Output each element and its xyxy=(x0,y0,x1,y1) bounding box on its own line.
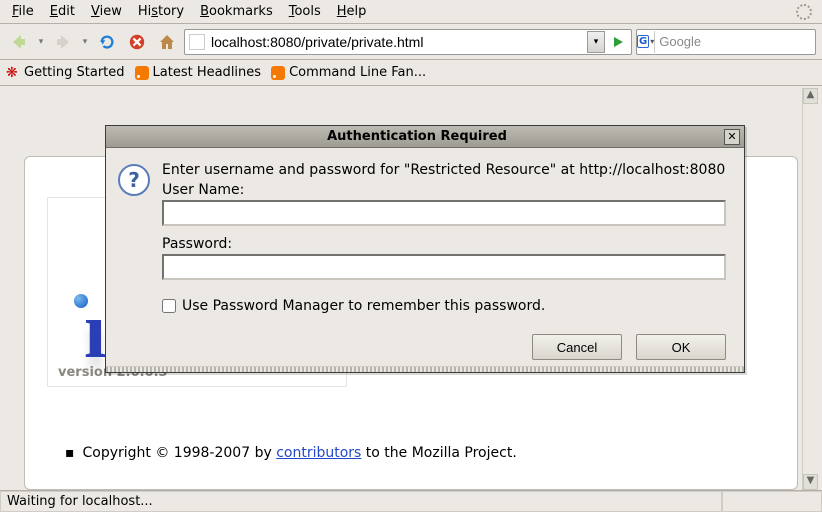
forward-button[interactable] xyxy=(50,29,76,55)
scroll-up-button[interactable]: ▲ xyxy=(803,88,818,104)
search-bar[interactable]: G▾ xyxy=(636,29,816,55)
bookmark-label: Latest Headlines xyxy=(153,65,262,80)
rss-icon xyxy=(271,66,285,80)
search-engine-selector[interactable]: G▾ xyxy=(637,31,655,53)
username-label: User Name: xyxy=(162,182,726,198)
pawprint-icon: ❋ xyxy=(6,66,20,80)
menu-tools[interactable]: Tools xyxy=(281,2,329,21)
go-button[interactable] xyxy=(607,31,629,53)
bookmarks-toolbar: ❋ Getting Started Latest Headlines Comma… xyxy=(0,60,822,86)
search-input[interactable] xyxy=(655,32,822,51)
cancel-button[interactable]: Cancel xyxy=(532,334,622,360)
dialog-close-button[interactable]: ✕ xyxy=(724,129,740,145)
forward-history-dropdown[interactable]: ▾ xyxy=(80,37,90,47)
password-input[interactable] xyxy=(162,254,726,280)
auth-dialog: Authentication Required ✕ ? Enter userna… xyxy=(105,125,745,373)
menu-bookmarks[interactable]: Bookmarks xyxy=(192,2,281,21)
nav-toolbar: ▾ ▾ ▾ G▾ xyxy=(0,24,822,60)
bookmark-getting-started[interactable]: ❋ Getting Started xyxy=(6,65,125,80)
bookmark-command-line-fan[interactable]: Command Line Fan... xyxy=(271,65,426,80)
dialog-prompt: Enter username and password for "Restric… xyxy=(162,162,726,178)
menu-bar: File Edit View History Bookmarks Tools H… xyxy=(0,0,822,24)
copyright-line: ▪Copyright © 1998-2007 by contributors t… xyxy=(65,445,517,461)
home-button[interactable] xyxy=(154,29,180,55)
back-button[interactable] xyxy=(6,29,32,55)
status-bar: Waiting for localhost... xyxy=(0,490,822,512)
vertical-scrollbar[interactable]: ▲ ▼ xyxy=(802,88,818,490)
question-icon: ? xyxy=(118,164,150,196)
username-input[interactable] xyxy=(162,200,726,226)
contributors-link[interactable]: contributors xyxy=(276,445,361,461)
menu-edit[interactable]: Edit xyxy=(42,2,83,21)
dialog-title: Authentication Required xyxy=(110,129,724,144)
remember-checkbox[interactable] xyxy=(162,299,176,313)
status-text: Waiting for localhost... xyxy=(0,491,722,512)
scroll-track[interactable] xyxy=(803,104,818,474)
throbber-icon xyxy=(796,4,812,20)
dialog-titlebar[interactable]: Authentication Required ✕ xyxy=(106,126,744,148)
url-input[interactable] xyxy=(207,32,587,52)
menu-help[interactable]: Help xyxy=(329,2,375,21)
url-bar[interactable]: ▾ xyxy=(184,29,632,55)
bookmark-latest-headlines[interactable]: Latest Headlines xyxy=(135,65,262,80)
scroll-down-button[interactable]: ▼ xyxy=(803,474,818,490)
dialog-resize-grip[interactable] xyxy=(106,366,744,372)
favicon-icon xyxy=(189,34,205,50)
ok-button[interactable]: OK xyxy=(636,334,726,360)
search-engine-icon: G xyxy=(637,35,649,48)
menu-history[interactable]: History xyxy=(130,2,192,21)
back-history-dropdown[interactable]: ▾ xyxy=(36,37,46,47)
bookmark-label: Getting Started xyxy=(24,65,125,80)
menu-file[interactable]: File xyxy=(4,2,42,21)
url-history-dropdown[interactable]: ▾ xyxy=(587,31,605,53)
rss-icon xyxy=(135,66,149,80)
menu-view[interactable]: View xyxy=(83,2,130,21)
status-cell xyxy=(722,491,822,512)
stop-button[interactable] xyxy=(124,29,150,55)
remember-label: Use Password Manager to remember this pa… xyxy=(182,298,545,314)
reload-button[interactable] xyxy=(94,29,120,55)
password-label: Password: xyxy=(162,236,726,252)
bookmark-label: Command Line Fan... xyxy=(289,65,426,80)
